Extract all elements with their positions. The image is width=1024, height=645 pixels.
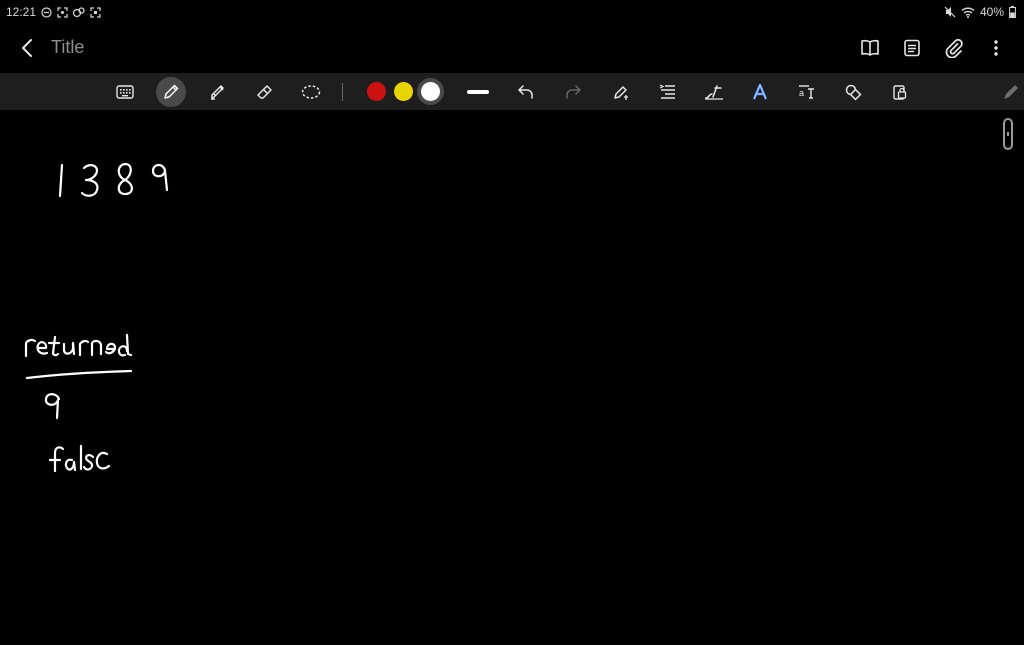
- text-box-icon: a: [799, 84, 814, 99]
- status-bar-right: 40%: [944, 5, 1016, 19]
- battery-icon: [1009, 6, 1016, 18]
- lock-button[interactable]: [888, 73, 912, 110]
- handwriting-numbers-1389: [58, 162, 169, 198]
- text-align-icon: [659, 83, 675, 99]
- status-time: 12:21: [6, 5, 37, 19]
- handwriting-straighten-button[interactable]: [702, 73, 726, 110]
- back-button[interactable]: [16, 36, 40, 60]
- handwriting-underline: [25, 369, 133, 380]
- screenshot-icon: [57, 6, 68, 18]
- book-view-icon: [861, 39, 879, 56]
- lasso-tool-button[interactable]: [299, 73, 323, 110]
- eraser-tool-button[interactable]: [252, 73, 276, 110]
- redo-icon: [566, 84, 581, 99]
- pen-icon: [164, 84, 179, 99]
- screen-record-icon: [90, 6, 101, 18]
- stroke-width-icon: [467, 89, 489, 94]
- stroke-width-button[interactable]: [466, 73, 490, 110]
- color-swatch-white[interactable]: [421, 82, 440, 101]
- text-style-button[interactable]: [748, 73, 772, 110]
- highlighter-tool-button[interactable]: [206, 73, 230, 110]
- toolbar-divider: [342, 83, 343, 101]
- shapes-button[interactable]: [841, 73, 865, 110]
- handwriting-returned: [24, 333, 133, 358]
- text-align-button[interactable]: [656, 73, 680, 110]
- keyboard-tool-button[interactable]: [113, 73, 137, 110]
- eraser-icon: [257, 84, 272, 99]
- pen-to-text-icon: [614, 85, 628, 100]
- handwriting-false: [48, 444, 111, 473]
- do-not-disturb-icon: [41, 6, 52, 18]
- color-swatch-yellow[interactable]: [394, 82, 413, 101]
- lasso-icon: [301, 84, 321, 99]
- redo-button[interactable]: [561, 73, 585, 110]
- handwriting-layer: [24, 162, 169, 473]
- page-list-icon: [904, 39, 920, 57]
- mute-icon: [944, 6, 956, 18]
- pen-mode-icon: [1004, 84, 1018, 99]
- undo-button[interactable]: [514, 73, 538, 110]
- handwriting-number-9: [44, 393, 61, 420]
- more-options-button[interactable]: [984, 36, 1008, 60]
- battery-percentage: 40%: [979, 5, 1004, 19]
- drawing-toolbar: a: [0, 73, 1024, 110]
- pen-mode-button[interactable]: [999, 73, 1023, 110]
- vertical-scrollbar-thumb[interactable]: [1003, 118, 1013, 150]
- app-notification-icon: [73, 6, 85, 17]
- note-canvas[interactable]: [0, 110, 1024, 640]
- attach-icon: [945, 38, 963, 58]
- highlighter-icon: [211, 84, 224, 100]
- keyboard-icon: [116, 84, 134, 99]
- color-swatch-red[interactable]: [367, 82, 386, 101]
- page-list-button[interactable]: [900, 36, 924, 60]
- app-bar: Title: [0, 24, 1024, 72]
- lock-icon: [893, 84, 907, 100]
- app-bar-actions: [858, 36, 1008, 60]
- text-style-icon: [752, 83, 768, 99]
- shapes-icon: [845, 84, 862, 101]
- pen-to-text-button[interactable]: [609, 73, 633, 110]
- undo-icon: [518, 84, 533, 99]
- status-bar-left: 12:21: [6, 5, 101, 19]
- note-title[interactable]: Title: [51, 37, 84, 58]
- status-bar: 12:21 40%: [0, 0, 1024, 24]
- more-options-icon: [994, 40, 998, 56]
- book-view-button[interactable]: [858, 36, 882, 60]
- pen-tool-button[interactable]: [156, 73, 186, 110]
- wifi-icon: [961, 7, 975, 18]
- chevron-left-icon: [22, 39, 32, 57]
- attach-button[interactable]: [942, 36, 966, 60]
- handwriting-straighten-icon: [705, 84, 723, 100]
- svg-text:a: a: [799, 88, 804, 98]
- text-box-button[interactable]: a: [795, 73, 819, 110]
